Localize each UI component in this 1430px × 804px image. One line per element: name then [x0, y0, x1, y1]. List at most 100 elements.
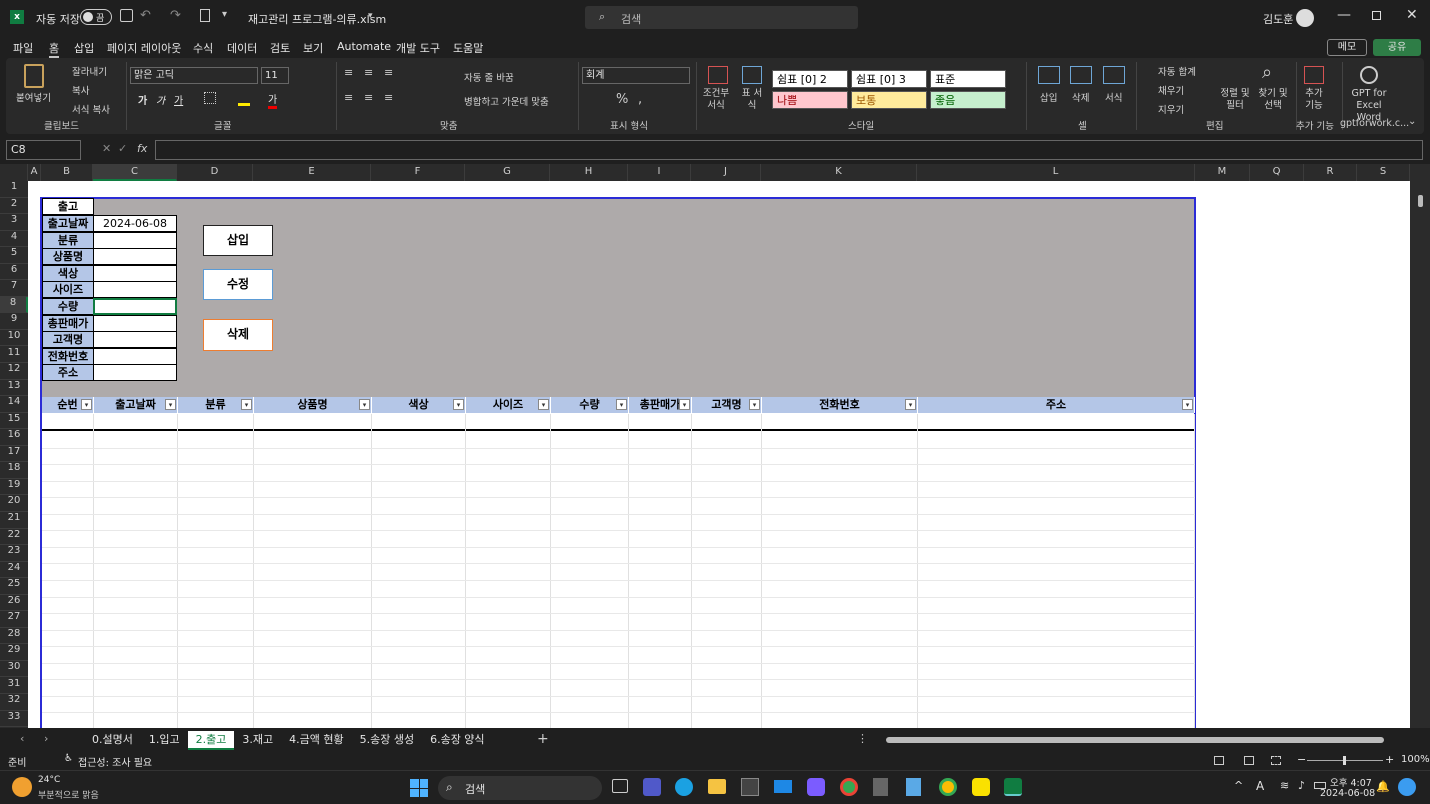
col-header[interactable]: H — [550, 164, 628, 181]
table-header[interactable]: 고객명 ▾ — [692, 397, 762, 413]
form-input[interactable] — [93, 298, 177, 315]
name-box[interactable]: C8 — [6, 140, 81, 160]
volume-icon[interactable]: ♪ — [1298, 779, 1305, 792]
style-comma-3[interactable]: 쉼표 [0] 3 — [851, 70, 927, 88]
weather-icon[interactable] — [12, 777, 32, 797]
table-header[interactable]: 상품명 ▾ — [254, 397, 372, 413]
table-header[interactable]: 순번 ▾ — [42, 397, 94, 413]
add-sheet-icon[interactable]: + — [537, 731, 549, 747]
menu-page-layout[interactable]: 페이지 레이아웃 — [107, 40, 181, 56]
bold-icon[interactable]: 가 — [138, 92, 147, 107]
conditional-format-icon[interactable] — [708, 66, 728, 84]
format-cells-icon[interactable] — [1103, 66, 1125, 84]
search-box[interactable]: ⌕ 검색 — [585, 6, 858, 29]
font-color-icon[interactable]: 가 — [268, 91, 278, 109]
next-sheet-icon[interactable]: › — [44, 732, 48, 745]
col-header[interactable]: D — [177, 164, 253, 181]
form-input[interactable] — [93, 231, 177, 249]
row-header[interactable]: 15 — [0, 413, 28, 430]
percent-icon[interactable]: % — [616, 92, 628, 107]
col-header[interactable]: K — [761, 164, 917, 181]
form-input[interactable]: 2024-06-08 — [93, 215, 177, 232]
row-header[interactable]: 4 — [0, 231, 28, 248]
gpt-icon[interactable] — [1360, 66, 1378, 84]
undo-icon[interactable]: ↶ — [140, 8, 151, 23]
zoom-in-icon[interactable]: + — [1385, 753, 1394, 766]
align-top-icon[interactable]: ≡ — [344, 66, 353, 79]
task-view-icon[interactable] — [612, 779, 628, 793]
insert-button[interactable]: 삽입 — [203, 225, 273, 256]
col-header[interactable]: G — [465, 164, 550, 181]
notification-icon[interactable]: 🔔 — [1376, 780, 1390, 793]
filter-dropdown-icon[interactable]: ▾ — [241, 399, 252, 410]
col-header[interactable]: M — [1195, 164, 1250, 181]
calculator-icon[interactable] — [873, 778, 888, 796]
user-name[interactable]: 김도훈 — [1263, 11, 1293, 27]
table-row[interactable] — [42, 414, 1195, 431]
zoom-out-icon[interactable]: − — [1297, 753, 1306, 766]
ime-icon[interactable]: A — [1256, 779, 1264, 793]
taskbar-search[interactable]: ⌕ 검색 — [438, 776, 602, 800]
sheet-tab[interactable]: 1.입고 — [141, 731, 188, 750]
sheet-tab[interactable]: 6.송장 양식 — [422, 731, 492, 750]
filter-dropdown-icon[interactable]: ▾ — [81, 399, 92, 410]
style-normal[interactable]: 표준 — [930, 70, 1006, 88]
align-center-icon[interactable]: ≡ — [364, 91, 373, 104]
start-icon[interactable] — [410, 779, 428, 797]
teams-icon[interactable] — [643, 778, 661, 796]
table-format-icon[interactable] — [742, 66, 762, 84]
chrome-profile-icon[interactable] — [939, 778, 957, 796]
row-header[interactable]: 22 — [0, 529, 28, 546]
row-header[interactable]: 8 — [0, 296, 28, 314]
underline-icon[interactable]: 가 — [174, 92, 183, 107]
page-break-icon[interactable] — [1271, 756, 1281, 765]
col-header[interactable]: L — [917, 164, 1195, 181]
style-neutral[interactable]: 보통 — [851, 91, 927, 109]
row-header[interactable]: 13 — [0, 380, 28, 397]
delete-cells-button[interactable]: 삭제 — [1072, 90, 1089, 104]
clock-time[interactable]: 오후 4:07 — [1330, 775, 1372, 789]
sheet-tab[interactable]: 4.금액 현황 — [281, 731, 351, 750]
filter-dropdown-icon[interactable]: ▾ — [359, 399, 370, 410]
media-icon[interactable] — [807, 778, 825, 796]
row-header[interactable]: 21 — [0, 512, 28, 529]
merge-center-button[interactable]: 병합하고 가운데 맞춤 — [464, 94, 549, 108]
number-format-select[interactable]: 회계 — [582, 67, 690, 84]
align-right-icon[interactable]: ≡ — [384, 91, 393, 104]
row-header[interactable]: 6 — [0, 264, 28, 281]
excel-taskbar-icon[interactable] — [1004, 778, 1022, 796]
sort-filter-button[interactable]: 정렬 및 필터 — [1218, 88, 1252, 112]
menu-formulas[interactable]: 수식 — [193, 40, 213, 56]
style-comma-2[interactable]: 쉼표 [0] 2 — [772, 70, 848, 88]
table-header[interactable]: 총판매가 ▾ — [629, 397, 692, 413]
row-header[interactable]: 11 — [0, 347, 28, 363]
form-input[interactable] — [93, 331, 177, 349]
conditional-format-button[interactable]: 조건부 서식 — [702, 88, 730, 112]
row-header[interactable]: 27 — [0, 611, 28, 628]
filter-dropdown-icon[interactable]: ▾ — [749, 399, 760, 410]
format-cells-button[interactable]: 서식 — [1105, 90, 1122, 104]
filter-dropdown-icon[interactable]: ▾ — [905, 399, 916, 410]
row-header[interactable]: 32 — [0, 694, 28, 711]
align-left-icon[interactable]: ≡ — [344, 91, 353, 104]
menu-home[interactable]: 홈 — [49, 40, 60, 58]
form-input[interactable] — [93, 281, 177, 299]
sheet-tab[interactable]: 0.설명서 — [84, 731, 141, 750]
page-layout-icon[interactable] — [1244, 756, 1254, 765]
menu-help[interactable]: 도움말 — [453, 40, 483, 56]
table-header[interactable]: 수량 ▾ — [551, 397, 629, 413]
row-header[interactable]: 29 — [0, 644, 28, 661]
form-input[interactable] — [93, 248, 177, 266]
vertical-scrollbar[interactable] — [1416, 181, 1426, 728]
scroll-thumb[interactable] — [1418, 195, 1423, 207]
horizontal-scrollbar[interactable] — [876, 737, 1410, 743]
filter-dropdown-icon[interactable]: ▾ — [616, 399, 627, 410]
col-header[interactable]: Q — [1250, 164, 1304, 181]
format-painter-button[interactable]: 서식 복사 — [72, 102, 110, 116]
row-header[interactable]: 24 — [0, 562, 28, 579]
row-header[interactable]: 5 — [0, 247, 28, 264]
file-explorer-icon[interactable] — [708, 779, 726, 794]
font-size-select[interactable]: 11 — [261, 67, 289, 84]
edge-icon[interactable] — [675, 778, 693, 796]
table-header[interactable]: 사이즈 ▾ — [466, 397, 551, 413]
